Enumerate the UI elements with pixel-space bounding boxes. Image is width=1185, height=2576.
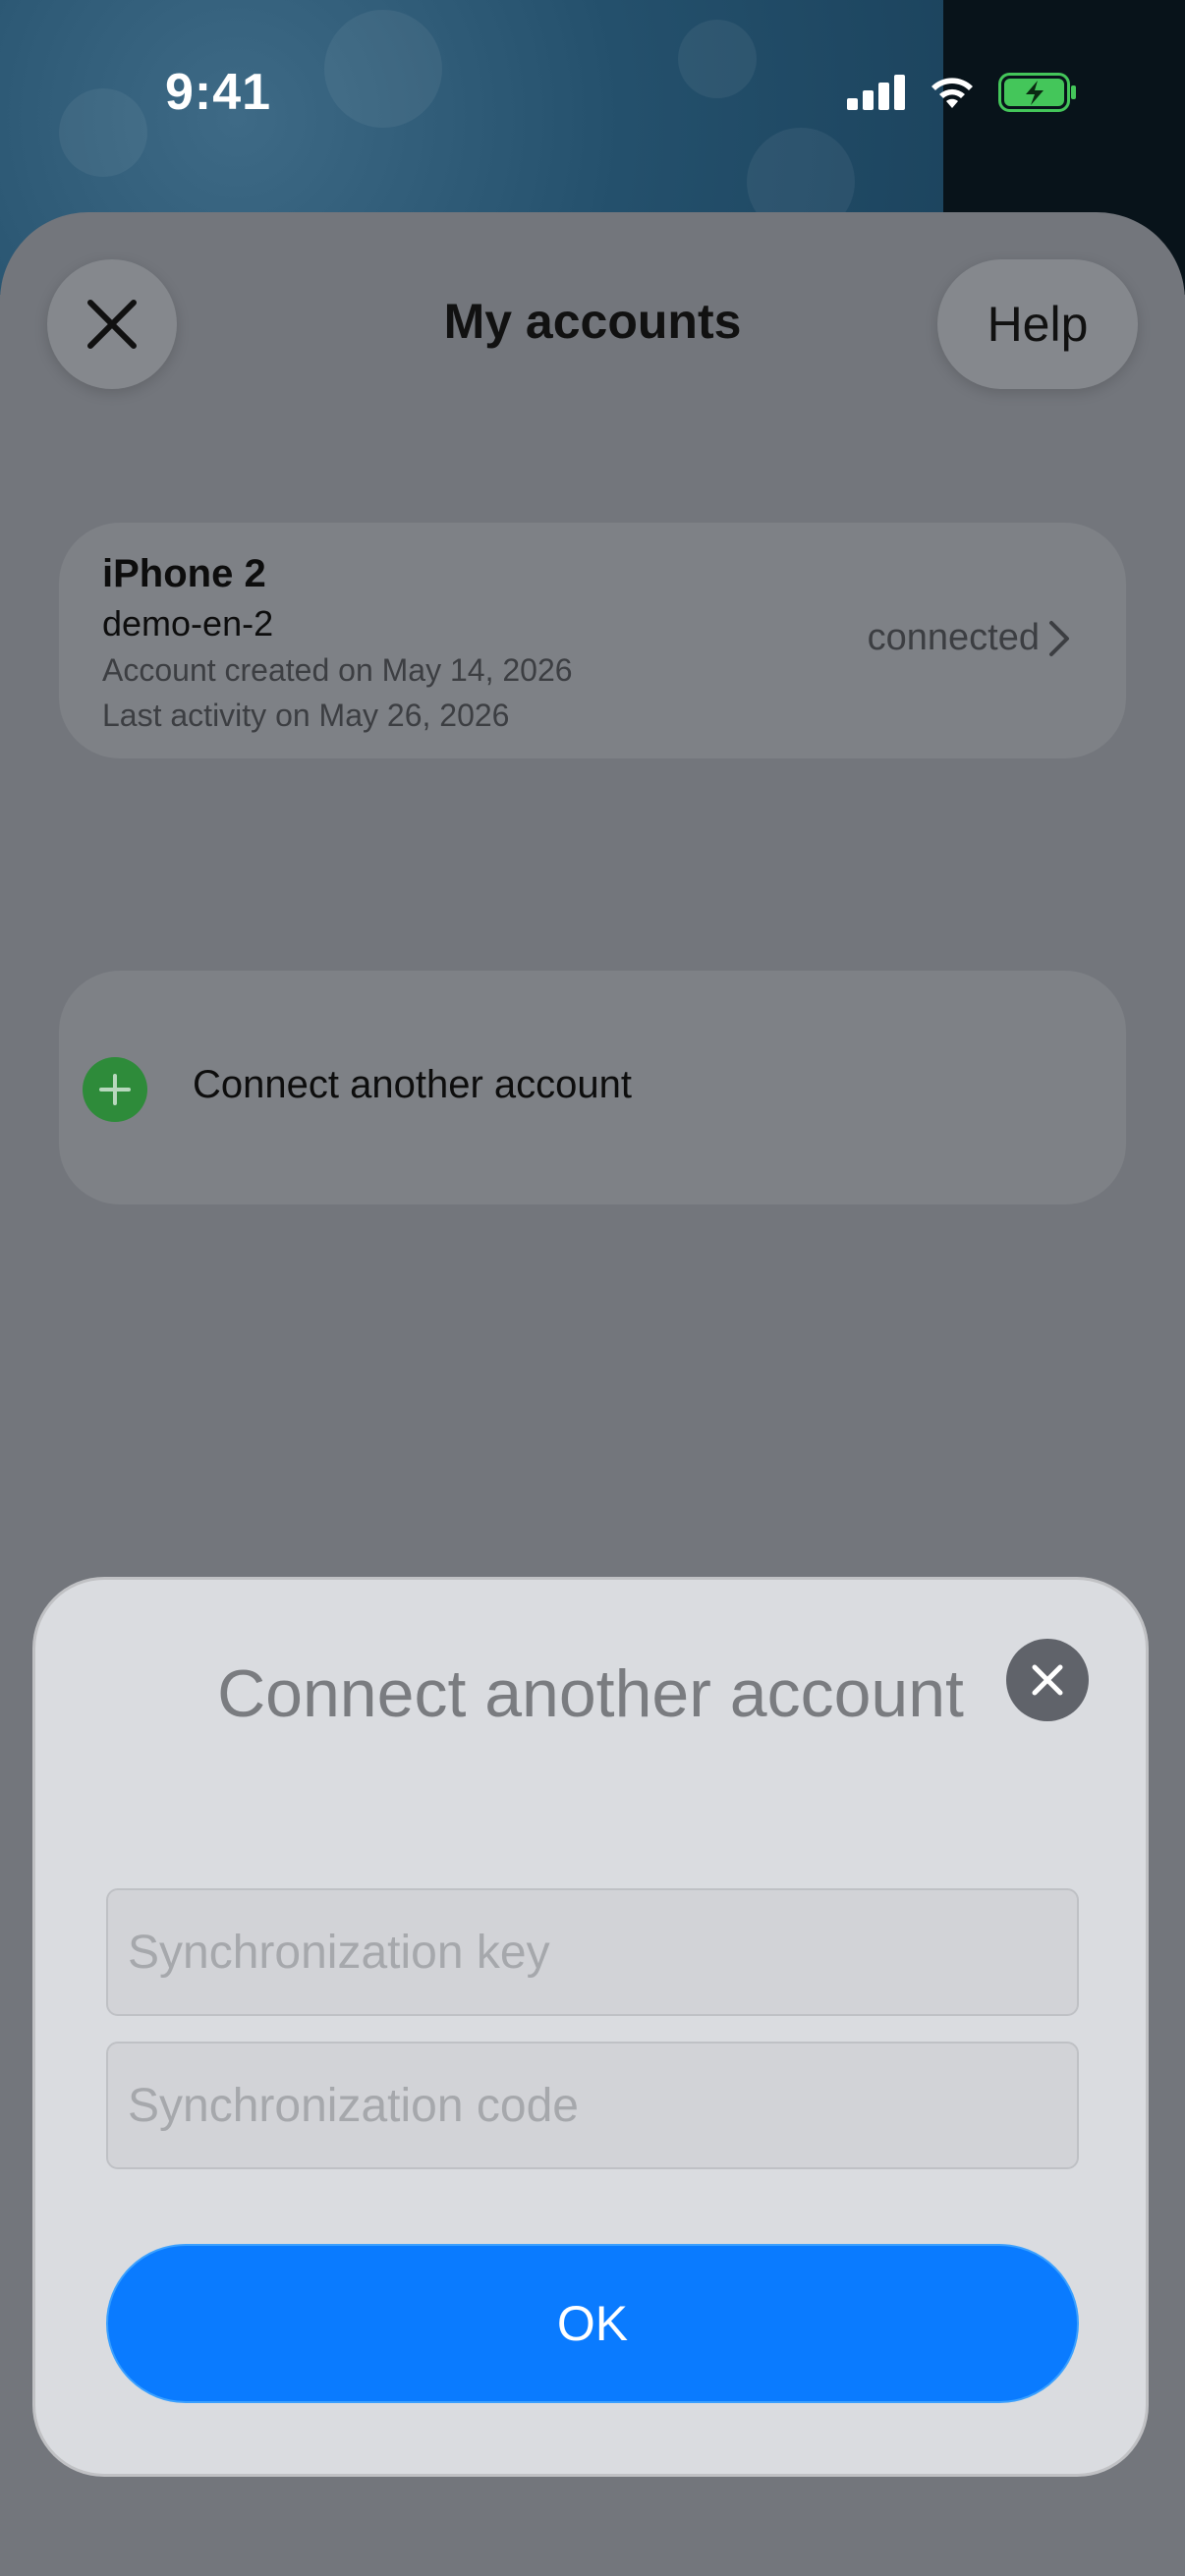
status-label: connected [867,617,1040,658]
battery-charging-icon [998,73,1076,112]
connect-another-account-label: Connect another account [193,1063,632,1106]
status-time: 9:41 [165,64,272,121]
account-last-activity: Last activity on May 26, 2026 [102,698,510,733]
account-created-date: Account created on May 14, 2026 [102,652,573,688]
plus-icon [83,1057,147,1122]
synchronization-code-input[interactable] [106,2042,1079,2169]
close-icon [1032,1664,1063,1696]
dialog-title: Connect another account [217,1656,964,1731]
synchronization-key-input[interactable] [106,1888,1079,2016]
account-card[interactable]: iPhone 2 demo-en-2 Account created on Ma… [59,523,1126,758]
connect-another-account-row[interactable]: Connect another account [59,971,1126,1204]
ok-button[interactable]: OK [106,2244,1079,2403]
cellular-icon [847,75,905,110]
dialog-close-button[interactable] [1006,1639,1089,1721]
chevron-right-icon [1049,620,1069,656]
help-button[interactable]: Help [937,259,1138,389]
account-status: connected [868,617,1071,659]
connect-account-dialog: Connect another account OK [35,1580,1146,2474]
account-name: iPhone 2 [102,552,266,595]
status-icons [847,73,1079,112]
status-bar: 9:41 [0,0,1185,196]
account-username: demo-en-2 [102,603,274,644]
wifi-icon [931,78,973,108]
